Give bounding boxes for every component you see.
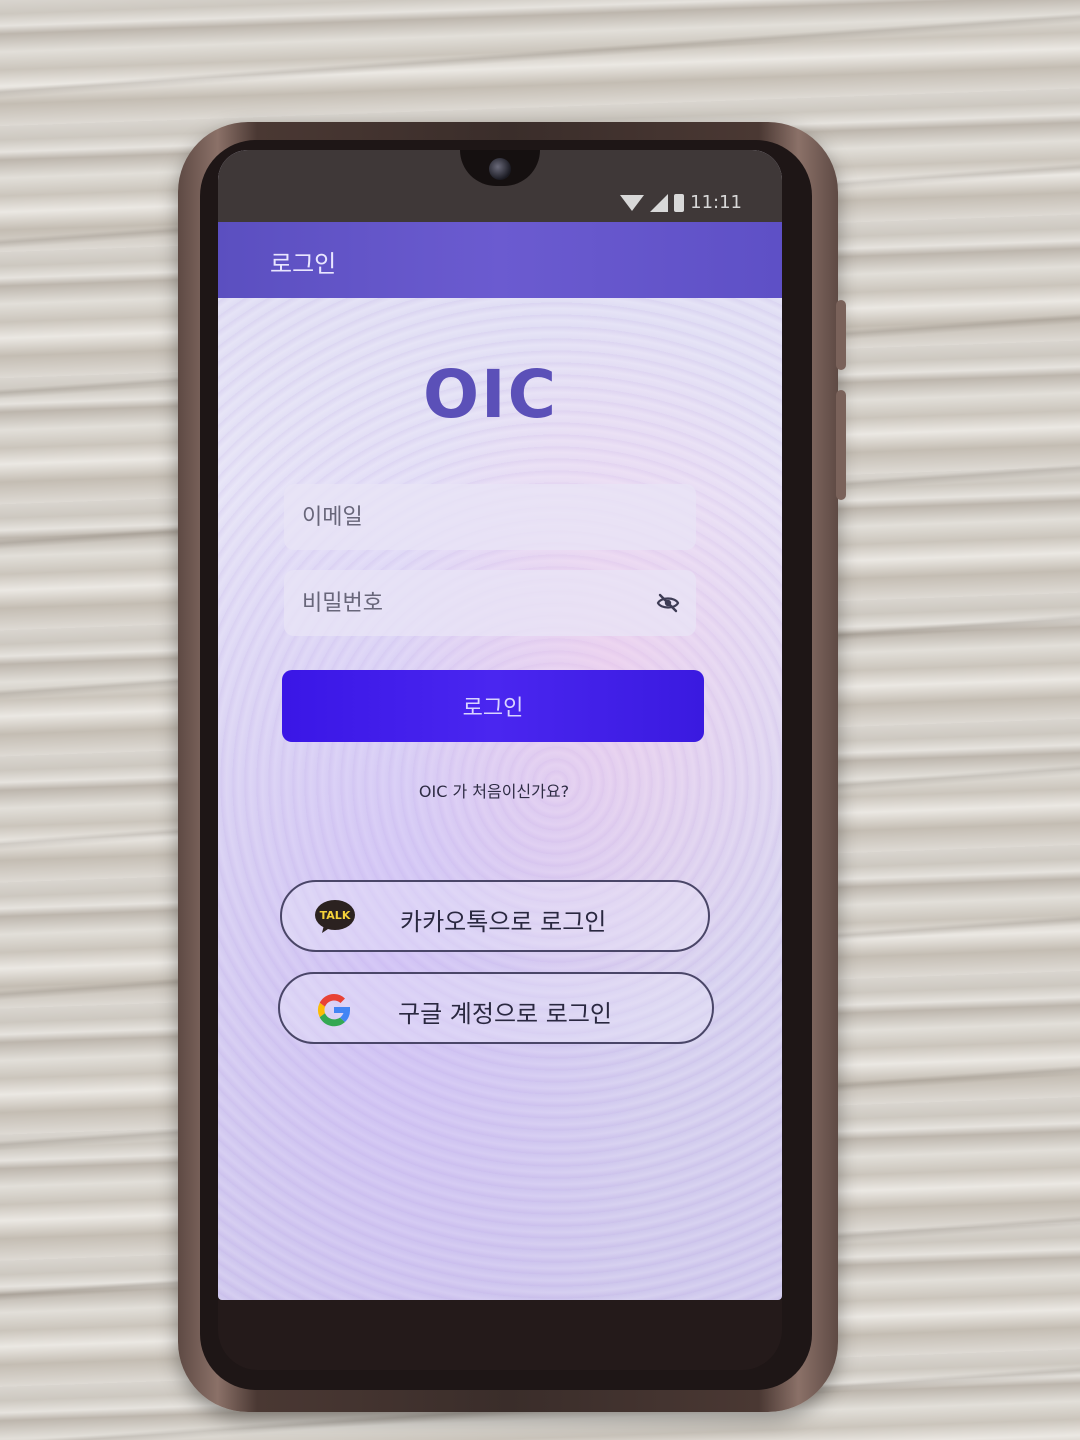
phone-bottom-bezel bbox=[218, 1300, 782, 1370]
email-field[interactable] bbox=[284, 484, 696, 550]
signal-icon bbox=[650, 193, 669, 212]
google-login-button[interactable]: 구글 계정으로 로그인 bbox=[278, 972, 714, 1044]
app-bar-title: 로그인 bbox=[270, 250, 337, 278]
kakao-talk-icon: TALK bbox=[315, 900, 355, 933]
google-login-label: 구글 계정으로 로그인 bbox=[398, 1000, 612, 1028]
app-logo: OIC bbox=[422, 356, 559, 433]
signup-prompt[interactable]: OIC 가 처음이신가요? bbox=[218, 778, 770, 802]
eye-off-icon[interactable] bbox=[656, 591, 680, 615]
wifi-icon bbox=[620, 194, 645, 211]
battery-icon bbox=[674, 193, 685, 212]
google-g-icon bbox=[317, 994, 351, 1027]
front-camera bbox=[489, 158, 511, 180]
password-input[interactable] bbox=[284, 570, 696, 636]
status-icons: 11:11 bbox=[620, 192, 742, 213]
password-field[interactable] bbox=[284, 570, 696, 636]
app-bar: 로그인 bbox=[218, 222, 782, 298]
email-input[interactable] bbox=[284, 484, 696, 550]
phone-screen: 11:11 로그인 OIC 로그인 OIC 가 처음이신가요? TALK 카카오… bbox=[218, 150, 782, 1300]
login-button[interactable]: 로그인 bbox=[282, 670, 704, 742]
power-button bbox=[836, 390, 846, 500]
kakao-login-label: 카카오톡으로 로그인 bbox=[400, 908, 607, 936]
kakao-login-button[interactable]: TALK 카카오톡으로 로그인 bbox=[280, 880, 710, 952]
status-time: 11:11 bbox=[690, 192, 742, 213]
volume-button bbox=[836, 300, 846, 370]
kakao-icon-text: TALK bbox=[320, 909, 351, 922]
